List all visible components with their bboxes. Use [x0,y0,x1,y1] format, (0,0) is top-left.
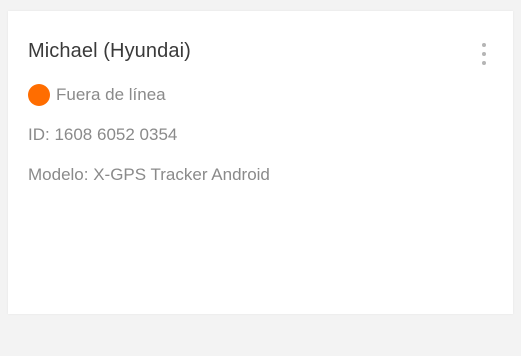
device-id: ID: 1608 6052 0354 [28,125,178,144]
more-options-button[interactable] [474,41,494,69]
device-name: Michael (Hyundai) [28,40,191,62]
status-label: Fuera de línea [56,85,166,104]
page: Michael (Hyundai) Fuera de línea ID: 160… [0,0,521,356]
status-indicator-icon [28,84,50,106]
device-card[interactable]: Michael (Hyundai) Fuera de línea ID: 160… [8,11,513,314]
device-model: Modelo: X-GPS Tracker Android [28,165,270,184]
status-row: Fuera de línea [28,83,166,107]
